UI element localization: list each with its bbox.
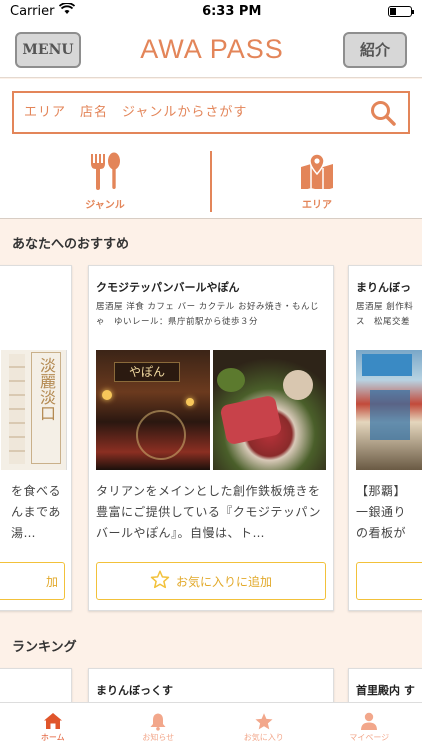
card-photo: [356, 350, 422, 470]
favorite-button[interactable]: [356, 562, 422, 600]
favorite-label: 加: [45, 574, 58, 589]
category-genre-label: ジャンル: [85, 200, 125, 211]
menu-button[interactable]: MENU: [15, 31, 81, 68]
search-input[interactable]: [24, 105, 368, 120]
favorite-label: お気に入りに追加: [175, 574, 272, 589]
search-icon[interactable]: [368, 98, 398, 128]
tab-news-label: お知らせ: [142, 733, 175, 742]
person-icon: [360, 710, 378, 732]
favorite-button[interactable]: 加: [0, 562, 65, 600]
card-photo: 淡麗淡口: [1, 350, 67, 470]
restaurant-name: まりんぼっ: [356, 281, 411, 294]
category-bar: ジャンル エリア: [0, 149, 422, 219]
restaurant-name: まりんぼっくす: [96, 684, 173, 697]
card-photo: やぽん: [96, 350, 326, 470]
restaurant-name: 首里殿内 す: [356, 684, 415, 697]
category-area[interactable]: エリア: [212, 149, 422, 218]
tab-home-label: ホーム: [40, 733, 65, 742]
tab-mypage[interactable]: マイページ: [317, 703, 422, 750]
ranking-title: ランキング: [12, 640, 77, 655]
status-bar: Carrier 6:33 PM: [0, 0, 422, 22]
tab-favorites-label: お気に入り: [243, 733, 284, 742]
recommend-card[interactable]: 淡麗淡口 を食べる んまであ 湯… 加: [0, 265, 72, 611]
nav-bar: MENU AWA PASS 紹介: [0, 22, 422, 78]
recommend-card[interactable]: まりんぼっ 居酒屋 創作料 ス 松尾交差 【那覇】 一銀通り の看板が: [348, 265, 422, 611]
tab-favorites[interactable]: お気に入り: [211, 703, 317, 750]
star-outline-icon: [150, 570, 170, 592]
intro-button[interactable]: 紹介: [342, 31, 407, 68]
tab-mypage-label: マイページ: [349, 733, 390, 742]
photo-sign: やぽん: [114, 362, 180, 382]
restaurant-name: [0, 669, 71, 682]
restaurant-name: クモジテッパンバールやぽん: [96, 281, 240, 294]
search-section: [0, 79, 422, 149]
wifi-icon: [59, 2, 76, 19]
home-icon: [43, 710, 63, 732]
star-icon: [254, 710, 274, 732]
search-box[interactable]: [12, 91, 410, 134]
favorite-button[interactable]: お気に入りに追加: [96, 562, 326, 600]
clock: 6:33 PM: [202, 3, 262, 19]
photo-banner: 淡麗淡口: [31, 352, 61, 464]
card-description: 【那覇】 一銀通り の看板が: [356, 484, 407, 540]
bell-icon: [149, 710, 167, 732]
tab-bar: ホーム お知らせ お気に入り マイページ: [0, 702, 422, 750]
category-genre[interactable]: ジャンル: [0, 149, 210, 218]
recommend-card[interactable]: クモジテッパンバールやぽん 居酒屋 洋食 カフェ バー カクテル お好み焼き・も…: [88, 265, 334, 611]
category-area-label: エリア: [302, 200, 332, 211]
battery-icon: [387, 5, 414, 17]
tab-news[interactable]: お知らせ: [106, 703, 212, 750]
restaurant-tags: 居酒屋 創作料 ス 松尾交差: [356, 302, 414, 327]
carrier-label: Carrier: [10, 3, 55, 19]
fork-spoon-icon: [88, 151, 122, 191]
card-description: タリアンをメインとした創作鉄板焼きを豊富にご提供している『クモジテッパンバールや…: [96, 484, 322, 540]
card-description: を食べる んまであ 湯…: [11, 484, 62, 540]
map-pin-icon: [300, 151, 334, 191]
app-title: AWA PASS: [140, 34, 284, 64]
restaurant-tags: 居酒屋 洋食 カフェ バー カクテル お好み焼き・もんじゃ ゆいレール：県庁前駅…: [96, 302, 320, 327]
recommend-title: あなたへのおすすめ: [12, 237, 130, 252]
tab-home[interactable]: ホーム: [0, 703, 106, 750]
